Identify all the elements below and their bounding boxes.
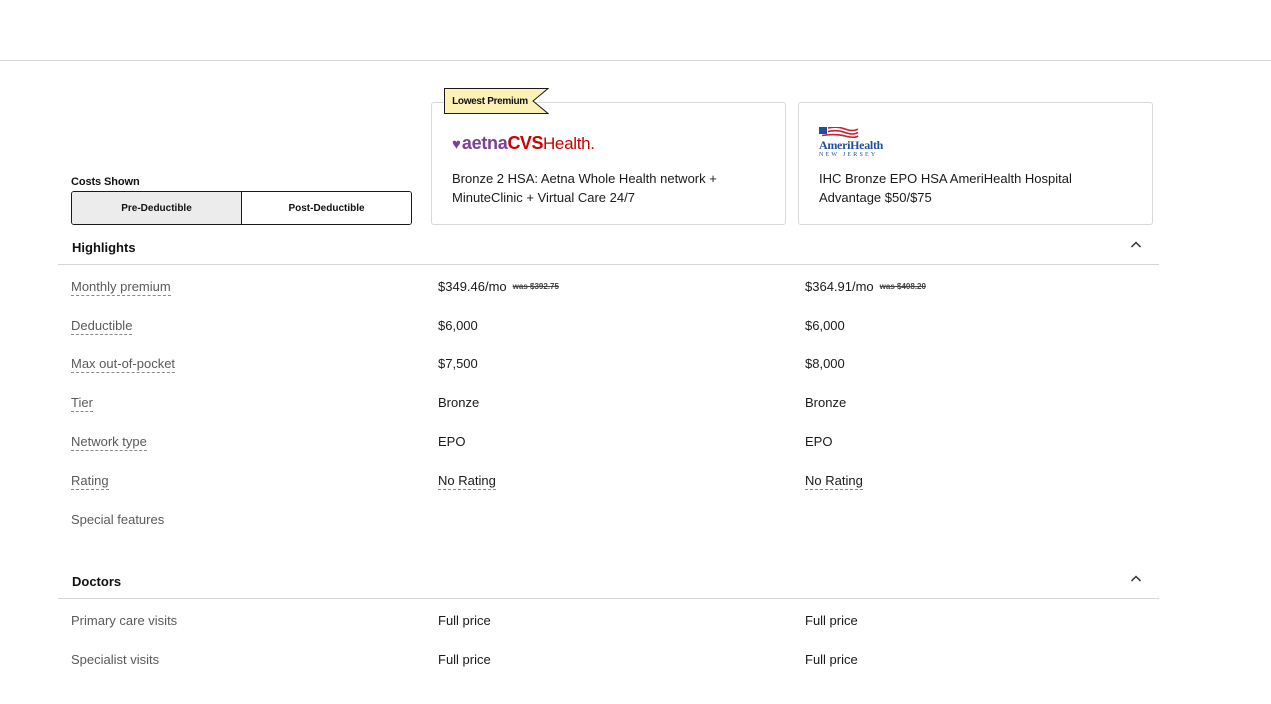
badge-text: Lowest Premium bbox=[452, 95, 528, 107]
row-primary-care-visits: Primary care visits Full price Full pric… bbox=[0, 607, 1271, 637]
plan2-value: Full price bbox=[805, 613, 858, 628]
section-title: Highlights bbox=[72, 240, 136, 255]
row-label[interactable]: Max out-of-pocket bbox=[71, 356, 176, 373]
costs-shown-label: Costs Shown bbox=[71, 176, 140, 188]
amerihealth-logo: AmeriHealth NEW JERSEY bbox=[819, 125, 883, 161]
row-label[interactable]: Monthly premium bbox=[71, 279, 171, 296]
row-label: Specialist visits bbox=[71, 652, 160, 667]
plan1-value: $6,000 bbox=[438, 318, 478, 333]
was-price: was $392.75 bbox=[512, 282, 559, 291]
row-network-type: Network type EPO EPO bbox=[0, 428, 1271, 458]
row-label: Primary care visits bbox=[71, 613, 178, 628]
plan2-value: $6,000 bbox=[805, 318, 845, 333]
plan1-value: Full price bbox=[438, 652, 491, 667]
row-monthly-premium: Monthly premium $349.46/mo was $392.75 $3… bbox=[0, 273, 1271, 303]
plan1-value: $349.46/mo was $392.75 bbox=[438, 279, 559, 294]
highlights-section-header[interactable]: Highlights bbox=[58, 229, 1159, 265]
doctors-section-header[interactable]: Doctors bbox=[58, 563, 1159, 599]
plan-card-aetna[interactable]: ♥ aetna CVS Health. Bronze 2 HSA: Aetna … bbox=[431, 102, 786, 225]
plan1-rating-link[interactable]: No Rating bbox=[438, 473, 496, 490]
row-max-out-of-pocket: Max out-of-pocket $7,500 $8,000 bbox=[0, 350, 1271, 380]
pre-deductible-button[interactable]: Pre-Deductible bbox=[72, 192, 242, 224]
row-special-features: Special features bbox=[0, 506, 1271, 536]
plan1-value: Full price bbox=[438, 613, 491, 628]
row-label[interactable]: Rating bbox=[71, 473, 109, 490]
was-price: was $408.20 bbox=[879, 282, 926, 291]
plan1-value: Bronze bbox=[438, 395, 480, 410]
row-tier: Tier Bronze Bronze bbox=[0, 389, 1271, 419]
plan2-value: Full price bbox=[805, 652, 858, 667]
plan-card-amerihealth[interactable]: AmeriHealth NEW JERSEY IHC Bronze EPO HS… bbox=[798, 102, 1153, 225]
plan1-value: $7,500 bbox=[438, 356, 478, 371]
row-label[interactable]: Deductible bbox=[71, 318, 133, 335]
chevron-up-icon[interactable] bbox=[1129, 572, 1143, 586]
lowest-premium-badge: Lowest Premium bbox=[444, 88, 549, 114]
row-rating: Rating No Rating No Rating bbox=[0, 467, 1271, 497]
plan1-value: EPO bbox=[438, 434, 466, 449]
row-label: Special features bbox=[71, 512, 165, 527]
aetna-cvs-logo: ♥ aetna CVS Health. bbox=[452, 132, 595, 153]
plan-name: IHC Bronze EPO HSA AmeriHealth Hospital … bbox=[819, 171, 1072, 205]
row-label[interactable]: Tier bbox=[71, 395, 93, 412]
plan2-value: $364.91/mo was $408.20 bbox=[805, 279, 926, 294]
plan2-value: $8,000 bbox=[805, 356, 845, 371]
top-bar bbox=[0, 0, 1271, 61]
deductible-toggle[interactable]: Pre-Deductible Post-Deductible bbox=[71, 191, 412, 225]
chevron-up-icon[interactable] bbox=[1129, 238, 1143, 252]
plan2-value: EPO bbox=[805, 434, 833, 449]
plan-name: Bronze 2 HSA: Aetna Whole Health network… bbox=[452, 171, 717, 205]
row-specialist-visits: Specialist visits Full price Full price bbox=[0, 646, 1271, 676]
row-deductible: Deductible $6,000 $6,000 bbox=[0, 312, 1271, 342]
heart-icon: ♥ bbox=[452, 135, 461, 153]
section-title: Doctors bbox=[72, 574, 122, 589]
plan2-value: Bronze bbox=[805, 395, 847, 410]
row-label[interactable]: Network type bbox=[71, 434, 147, 451]
post-deductible-button[interactable]: Post-Deductible bbox=[242, 192, 411, 224]
plan2-rating-link[interactable]: No Rating bbox=[805, 473, 863, 490]
